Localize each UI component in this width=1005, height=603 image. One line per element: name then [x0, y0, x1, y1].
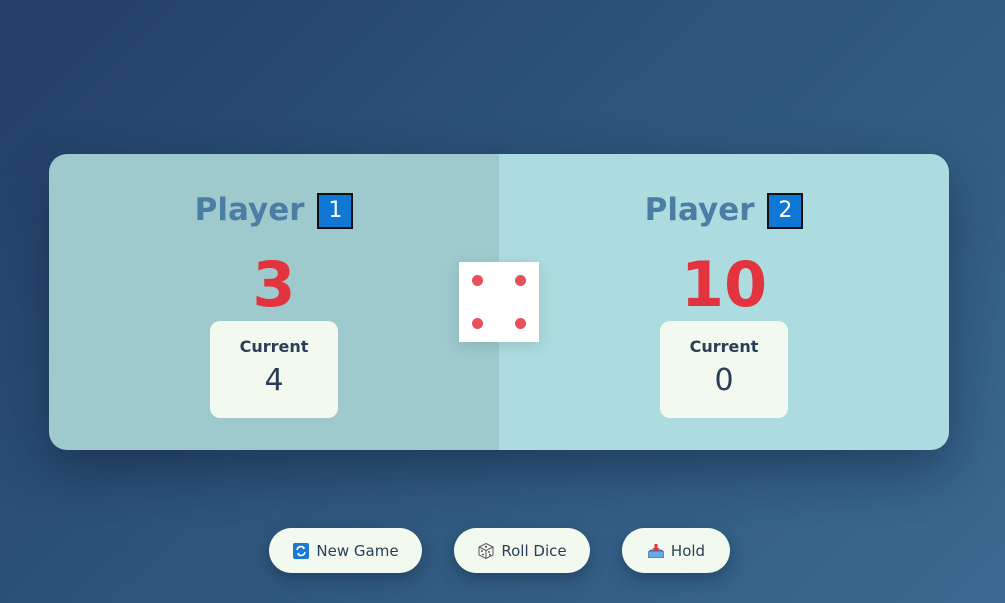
player-1-score: 3 — [252, 248, 296, 321]
player-2-label: Player — [644, 192, 755, 228]
player-1-current-score: 4 — [264, 363, 284, 398]
dice-pip — [515, 318, 526, 329]
player-1-current-box: Current 4 — [210, 321, 338, 418]
dice-pip — [472, 318, 483, 329]
player-2-name: Player 2 — [499, 190, 949, 230]
dice-pip — [515, 275, 526, 286]
dice-icon — [477, 542, 495, 560]
dice — [459, 262, 539, 342]
player-2-current-label: Current — [689, 337, 759, 356]
player-1-panel: Player 1 3 Current 4 — [49, 154, 499, 450]
refresh-icon — [292, 542, 310, 560]
player-2-current-box: Current 0 — [660, 321, 788, 418]
roll-dice-label: Roll Dice — [501, 541, 567, 560]
keycap-1-icon: 1 — [317, 193, 354, 229]
hold-button[interactable]: Hold — [622, 528, 730, 573]
hold-label: Hold — [670, 541, 706, 560]
new-game-label: New Game — [316, 541, 399, 560]
roll-dice-button[interactable]: Roll Dice — [454, 528, 590, 573]
player-2-current-score: 0 — [714, 363, 734, 398]
player-2-panel: Player 2 10 Current 0 — [499, 154, 949, 450]
player-1-name: Player 1 — [49, 190, 499, 230]
player-1-label: Player — [194, 192, 305, 228]
dice-pip — [472, 275, 483, 286]
inbox-tray-icon — [647, 542, 665, 560]
player-1-current-label: Current — [239, 337, 309, 356]
keycap-2-icon: 2 — [767, 193, 804, 229]
new-game-button[interactable]: New Game — [269, 528, 422, 573]
player-2-score: 10 — [680, 248, 768, 321]
